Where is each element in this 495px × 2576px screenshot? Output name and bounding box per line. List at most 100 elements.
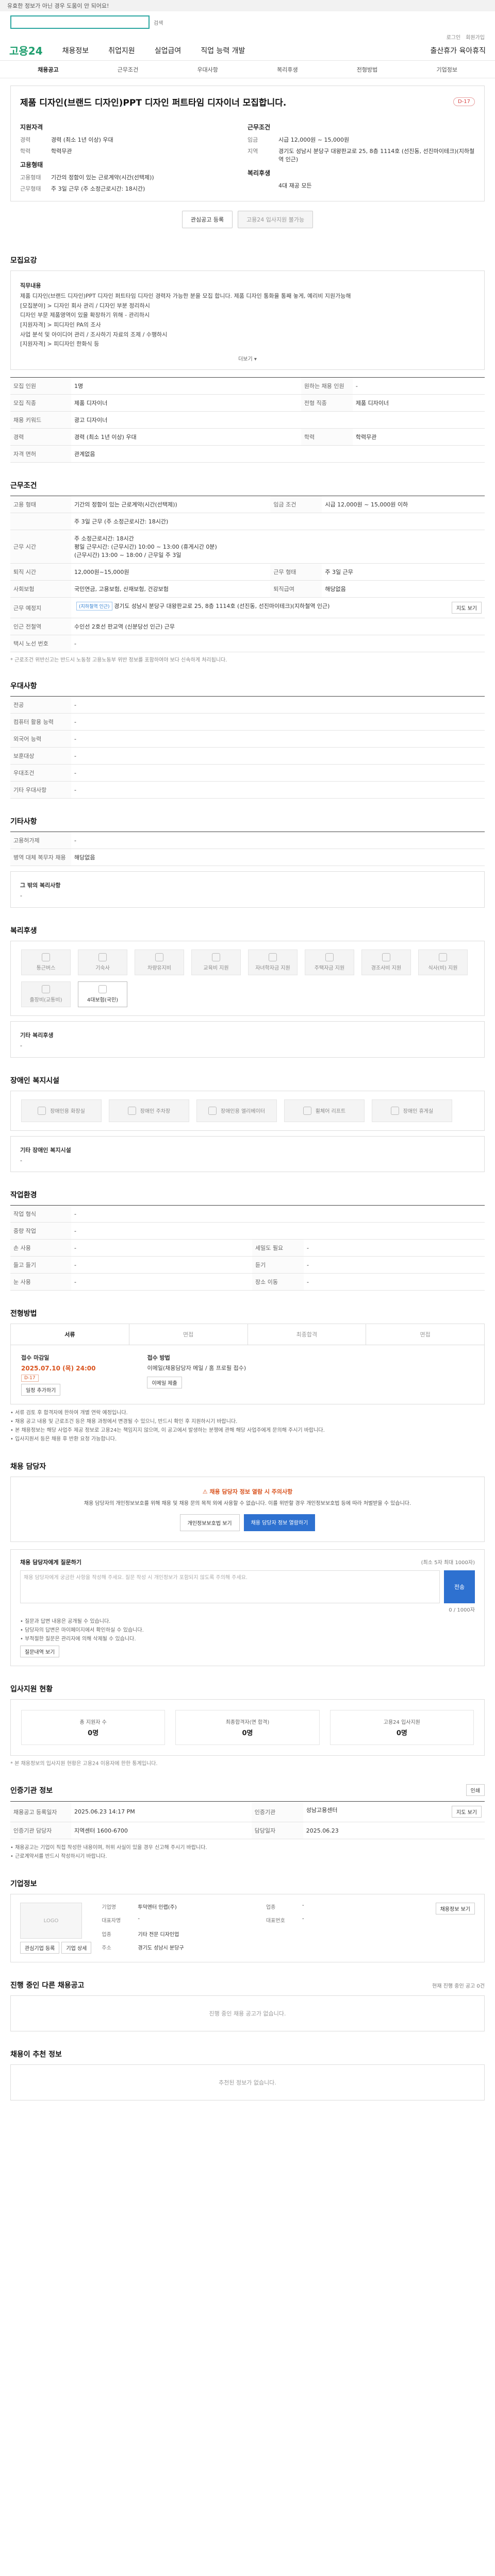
company-jobs-button[interactable]: 채용정보 보기 xyxy=(435,1903,475,1915)
summary-left: 지원자격 경력 경력 (최소 1년 이상) 우대 학력 학력무관 고용형태 고용형태… xyxy=(20,117,248,196)
question-send-button[interactable]: 전송 xyxy=(444,1570,475,1604)
scrap-button[interactable]: 관심공고 등록 xyxy=(182,211,233,228)
email-submit-button[interactable]: 이메일 제출 xyxy=(147,1376,182,1388)
cell: - xyxy=(71,747,485,765)
tab-recruit[interactable]: 채용공고 xyxy=(8,65,88,74)
cell: 담당일자 xyxy=(251,1822,303,1840)
tab-company[interactable]: 기업정보 xyxy=(407,65,487,74)
question-history-button[interactable]: 질문내역 보기 xyxy=(20,1646,60,1658)
table-row: 근무 예정지 (지하철역 인근) 경기도 성남시 분당구 대왕판교로 25, 8층… xyxy=(10,597,485,619)
print-button[interactable]: 인쇄 xyxy=(466,1784,485,1797)
stat-card: 최종합격자(면 합격) 0명 xyxy=(175,1710,320,1745)
search-input[interactable] xyxy=(10,15,150,29)
note-item: 서류 검토 후 합격자에 한하여 개별 연락 예정입니다. xyxy=(10,1409,485,1417)
tab-conditions[interactable]: 근무조건 xyxy=(88,65,168,74)
apply-stats-note: * 본 채용정보의 입사지원 현황은 고용24 이용자에 한한 통계입니다. xyxy=(10,1761,158,1767)
step-tab[interactable]: 최종합격 xyxy=(248,1324,367,1345)
cell: 고용허가제 xyxy=(10,832,71,850)
nav-item-leave[interactable]: 출산휴가 육아휴직 xyxy=(431,45,486,56)
bus-icon xyxy=(42,953,50,962)
nav-item-support[interactable]: 취업지원 xyxy=(108,45,135,56)
map-button[interactable]: 지도 보기 xyxy=(452,602,482,614)
stat-card: 총 지원자 수 0명 xyxy=(21,1710,166,1745)
table-row: 인증기관 담당자 지역센터 1600-6700 담당일자 2025.06.23 xyxy=(10,1822,485,1840)
add-calendar-button[interactable]: 일정 추가하기 xyxy=(21,1384,61,1396)
info-value: 투덕엔터 인랩(주) xyxy=(138,1905,177,1911)
cell: 사회보험 xyxy=(10,580,71,598)
info-value: - xyxy=(302,1903,304,1909)
facility-label: 장애인 주차장 xyxy=(140,1109,171,1114)
alert-desc: 채용 담당자의 개인정보보호를 위해 채용 및 채용 문의 목적 외에 사용할 … xyxy=(84,1501,411,1507)
question-textarea[interactable]: 채용 담당자에게 궁금한 사항을 작성해 주세요. 질문 작성 시 개인정보가 … xyxy=(20,1570,440,1604)
cell: 수인선 2호선 판교역 (신분당선 인근) 근무 xyxy=(71,618,485,636)
step-tab[interactable]: 면접 xyxy=(129,1324,248,1345)
nav-item-benefits[interactable]: 실업급여 xyxy=(155,45,182,56)
cell: - xyxy=(71,1205,485,1223)
table-row: 인근 전철역 수인선 2호선 판교역 (신분당선 인근) 근무 xyxy=(10,618,485,636)
summary-right: 근무조건 임금 시급 12,000원 ~ 15,000원 지역 경기도 성남시 분당… xyxy=(248,117,475,196)
step-tab[interactable]: 서류 xyxy=(11,1324,129,1345)
step-tab[interactable]: 면접 xyxy=(366,1324,484,1345)
view-contact-button[interactable]: 채용 담당자 정보 열람하기 xyxy=(243,1514,316,1532)
parking-icon xyxy=(127,1106,136,1115)
stat-label: 고용24 입사지원 xyxy=(383,1720,420,1726)
environment-table: 작업 형식 - 중량 작업 - 손 사용 - 세밀도 필요 - 들고 들기 - 듣기 - 눈 사… xyxy=(10,1205,485,1291)
welfare-sub-text: - xyxy=(20,1042,22,1049)
cell: - xyxy=(71,832,485,850)
cell-text: (근무시간) 13:00 ~ 18:00 / 근무일 주 3일 xyxy=(74,552,182,559)
house-icon xyxy=(325,953,334,962)
agency-map-button[interactable]: 지도 보기 xyxy=(452,1806,482,1818)
kv-key: 학력 xyxy=(20,148,31,155)
conditions-title: 근무조건 xyxy=(10,482,37,490)
fav-company-button[interactable]: 관심기업 등록 xyxy=(20,1942,60,1954)
more-button[interactable]: 더보기 ▾ xyxy=(20,354,475,362)
cell: 해당없음 xyxy=(322,580,485,598)
table-row: 들고 들기 - 듣기 - xyxy=(10,1256,485,1274)
note-item: 채용공고는 기업이 직접 작성한 내용이며, 허위 사실이 있을 경우 신고해 … xyxy=(10,1843,485,1852)
cell: 눈 사용 xyxy=(10,1273,71,1291)
tab-welfare[interactable]: 복리후생 xyxy=(248,65,327,74)
wheelchair-icon xyxy=(303,1106,311,1115)
disability-sub-text: - xyxy=(20,1157,22,1164)
cell: 모집 인원 xyxy=(10,377,71,395)
company-box: LOGO 관심기업 등록 기업 상세 기업명 투덕엔터 인랩(주) 업종 - 대표자명… xyxy=(10,1894,485,1963)
cell: 경력 (최소 1년 이상) 우대 xyxy=(71,428,301,446)
nav-item-training[interactable]: 직업 능력 개발 xyxy=(201,45,245,56)
util-links: 로그인 회원가입 xyxy=(0,33,495,41)
cell: 2025.06.23 xyxy=(303,1822,485,1840)
search-bar: 검색 xyxy=(0,11,495,33)
nav-item-jobs[interactable]: 채용정보 xyxy=(62,45,89,56)
logo[interactable]: 고용24 xyxy=(9,43,43,58)
etc-sub-head: 그 밖의 복리사항 xyxy=(20,882,61,889)
table-row: 외국어 능력 - xyxy=(10,730,485,748)
note-item: 입사지원서 등은 채용 후 반환 요청 가능합니다. xyxy=(10,1435,485,1444)
cell xyxy=(10,513,71,531)
cell: - xyxy=(71,713,485,731)
table-row: 우대조건 - xyxy=(10,764,485,782)
cell: 퇴직 시간 xyxy=(10,563,71,581)
search-label[interactable]: 검색 xyxy=(154,19,163,26)
company-detail-button[interactable]: 기업 상세 xyxy=(61,1942,92,1954)
signup-link[interactable]: 회원가입 xyxy=(466,33,485,41)
cell: 중량 작업 xyxy=(10,1222,71,1240)
transport-icon xyxy=(42,985,50,994)
welfare-item: 주택자금 지원 xyxy=(305,949,354,975)
apply-button[interactable]: 고용24 입사지원 불가능 xyxy=(238,211,314,228)
process-notes: 서류 검토 후 합격자에 한하여 개별 연락 예정입니다. 채용 공고 내용 및… xyxy=(10,1409,485,1444)
welfare-sub-head: 기타 복리후생 xyxy=(20,1031,54,1039)
table-row: 보훈대상 - xyxy=(10,747,485,765)
tab-process[interactable]: 전형방법 xyxy=(327,65,407,74)
summary-qualification-head: 지원자격 xyxy=(20,124,43,131)
cell: - xyxy=(304,1273,485,1291)
company-info: 기업명 투덕엔터 인랩(주) 업종 - 대표자명 - 대표번호 - 업종 기타 전문 디자인업… xyxy=(102,1903,425,1954)
question-counter: (최소 5자 최대 1000자) xyxy=(421,1560,475,1566)
login-link[interactable]: 로그인 xyxy=(447,33,461,41)
method-text: 이메일(채용담당자 메일 / 홈 프로필 접수) xyxy=(147,1365,246,1372)
etc-sub-text: - xyxy=(20,892,22,900)
company-title: 기업정보 xyxy=(10,1880,37,1889)
cell: 원하는 채용 인원 xyxy=(301,377,353,395)
recruit-text: 디자인 부문 제품영역이 있을 확장하기 위해 - 관리하시 xyxy=(20,312,150,319)
tab-preference[interactable]: 우대사항 xyxy=(168,65,248,74)
welfare-item: 식사(비) 지원 xyxy=(418,949,468,975)
privacy-law-button[interactable]: 개인정보보호법 보기 xyxy=(179,1514,240,1532)
